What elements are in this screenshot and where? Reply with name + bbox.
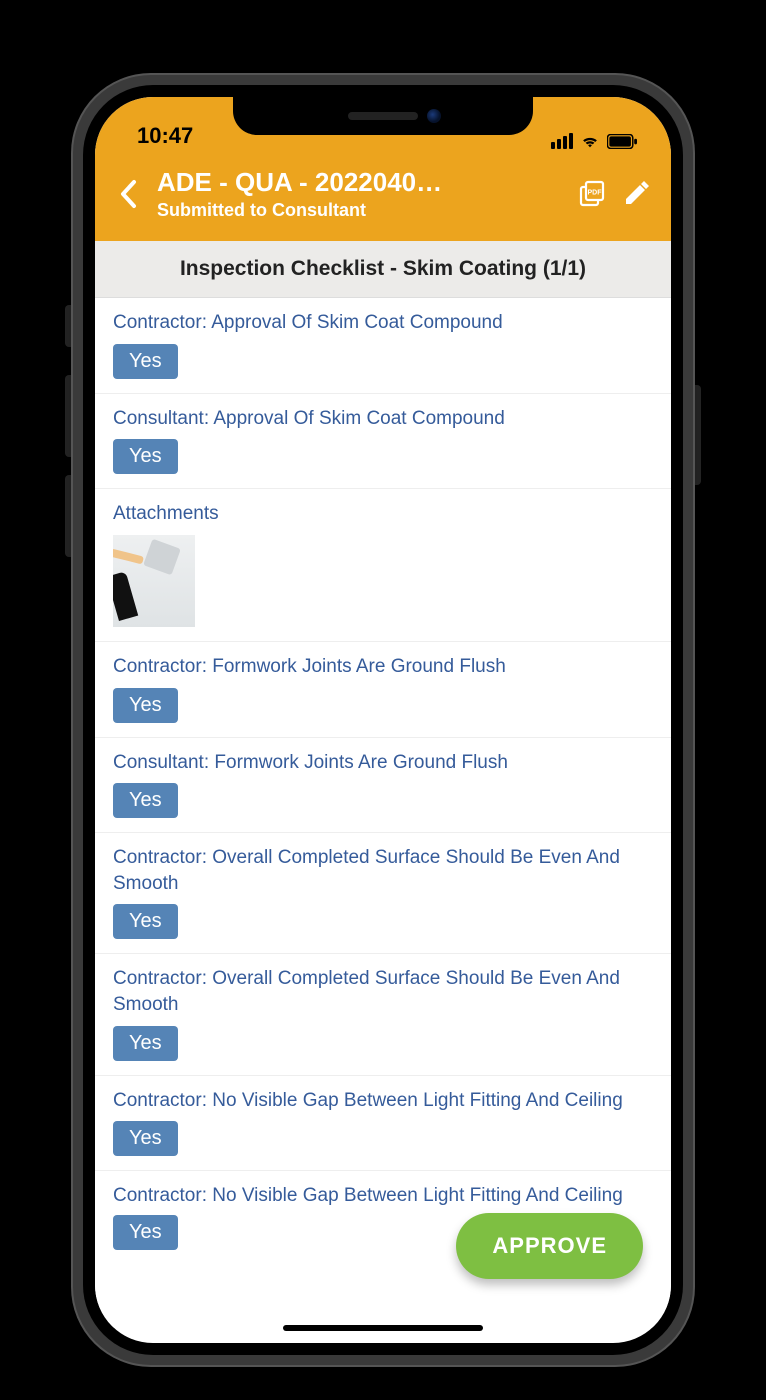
attachments-item: Attachments bbox=[95, 489, 671, 642]
answer-chip[interactable]: Yes bbox=[113, 1026, 178, 1061]
checklist-item-label: Contractor: Formwork Joints Are Ground F… bbox=[113, 654, 653, 680]
checklist-item-label: Contractor: Approval Of Skim Coat Compou… bbox=[113, 310, 653, 336]
checklist-item-label: Consultant: Approval Of Skim Coat Compou… bbox=[113, 406, 653, 432]
pdf-icon: PDF bbox=[578, 180, 606, 208]
wifi-icon bbox=[580, 133, 600, 149]
battery-icon bbox=[607, 134, 637, 149]
checklist-content[interactable]: Contractor: Approval Of Skim Coat Compou… bbox=[95, 298, 671, 1328]
app-header: ADE - QUA - 2022040… Submitted to Consul… bbox=[95, 151, 671, 241]
checklist-item-label: Contractor: Overall Completed Surface Sh… bbox=[113, 845, 653, 896]
checklist-item: Contractor: No Visible Gap Between Light… bbox=[95, 1076, 671, 1172]
approve-button[interactable]: APPROVE bbox=[456, 1213, 643, 1279]
pencil-icon bbox=[623, 181, 649, 207]
svg-text:PDF: PDF bbox=[588, 190, 603, 197]
answer-chip[interactable]: Yes bbox=[113, 1121, 178, 1156]
screen: 10:47 bbox=[95, 97, 671, 1343]
pdf-button[interactable]: PDF bbox=[577, 179, 607, 209]
status-time: 10:47 bbox=[137, 123, 193, 149]
checklist-item: Contractor: Overall Completed Surface Sh… bbox=[95, 954, 671, 1075]
header-subtitle: Submitted to Consultant bbox=[157, 200, 563, 221]
chevron-left-icon bbox=[119, 179, 139, 209]
section-title: Inspection Checklist - Skim Coating (1/1… bbox=[95, 241, 671, 298]
answer-chip[interactable]: Yes bbox=[113, 783, 178, 818]
checklist-item: Consultant: Formwork Joints Are Ground F… bbox=[95, 738, 671, 834]
answer-chip[interactable]: Yes bbox=[113, 344, 178, 379]
answer-chip[interactable]: Yes bbox=[113, 1215, 178, 1250]
checklist-item-label: Contractor: Overall Completed Surface Sh… bbox=[113, 966, 653, 1017]
header-title: ADE - QUA - 2022040… bbox=[157, 167, 563, 198]
phone-frame: 10:47 bbox=[73, 75, 693, 1365]
home-indicator[interactable] bbox=[283, 1325, 483, 1331]
answer-chip[interactable]: Yes bbox=[113, 688, 178, 723]
checklist-item: Contractor: Overall Completed Surface Sh… bbox=[95, 833, 671, 954]
back-button[interactable] bbox=[115, 180, 143, 208]
attachment-thumbnail[interactable] bbox=[113, 535, 195, 627]
notch bbox=[233, 97, 533, 135]
checklist-item-label: Contractor: No Visible Gap Between Light… bbox=[113, 1183, 653, 1209]
checklist-item-label: Consultant: Formwork Joints Are Ground F… bbox=[113, 750, 653, 776]
cellular-signal-icon bbox=[551, 133, 573, 149]
checklist-item: Contractor: Formwork Joints Are Ground F… bbox=[95, 642, 671, 738]
checklist-item: Contractor: Approval Of Skim Coat Compou… bbox=[95, 298, 671, 394]
checklist-item-label: Contractor: No Visible Gap Between Light… bbox=[113, 1088, 653, 1114]
answer-chip[interactable]: Yes bbox=[113, 904, 178, 939]
attachments-label: Attachments bbox=[113, 501, 653, 527]
answer-chip[interactable]: Yes bbox=[113, 439, 178, 474]
checklist-item: Consultant: Approval Of Skim Coat Compou… bbox=[95, 394, 671, 490]
edit-button[interactable] bbox=[621, 179, 651, 209]
